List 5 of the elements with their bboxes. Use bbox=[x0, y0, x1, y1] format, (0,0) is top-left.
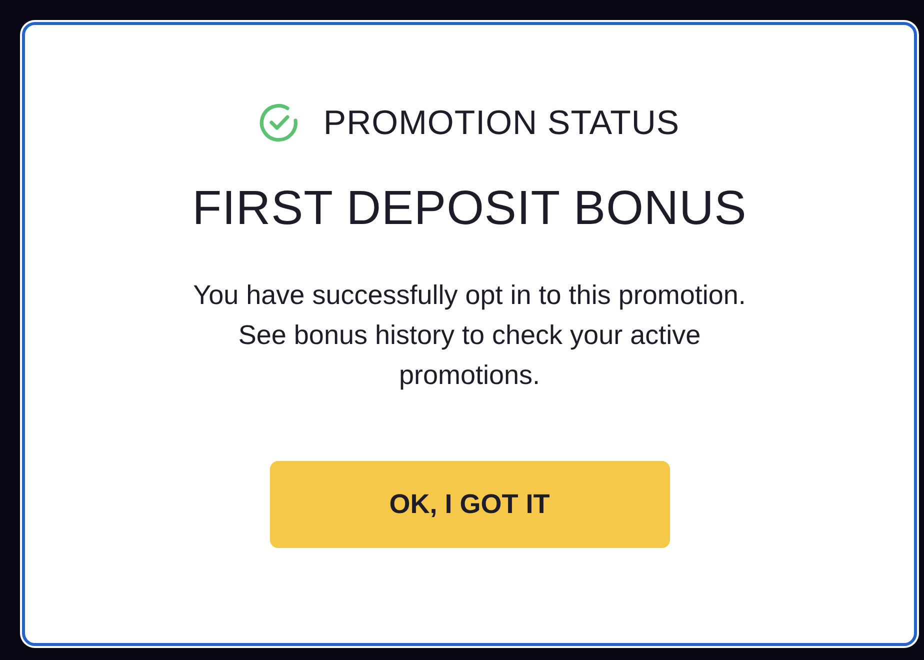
check-circle-icon bbox=[259, 103, 300, 143]
confirm-button[interactable]: OK, I GOT IT bbox=[270, 461, 670, 548]
status-label: PROMOTION STATUS bbox=[323, 103, 680, 143]
dialog-title: FIRST DEPOSIT BONUS bbox=[192, 181, 747, 237]
dialog-message: You have successfully opt in to this promotion. See bonus history to check your active promotions. bbox=[192, 279, 747, 392]
